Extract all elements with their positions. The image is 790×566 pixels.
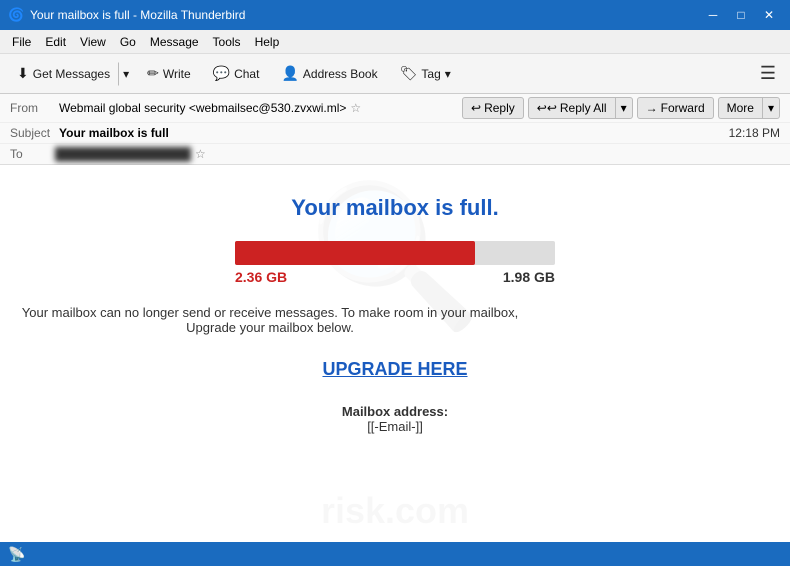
chat-label: Chat bbox=[234, 67, 259, 81]
menu-file[interactable]: File bbox=[6, 33, 37, 51]
menu-edit[interactable]: Edit bbox=[39, 33, 72, 51]
subject-label: Subject bbox=[10, 126, 55, 140]
get-messages-icon: ⬇ bbox=[17, 65, 29, 82]
to-row: To ████████████████ ☆ bbox=[0, 144, 790, 164]
reply-all-arrow[interactable]: ▾ bbox=[615, 97, 633, 119]
title-bar: 🌀 Your mailbox is full - Mozilla Thunder… bbox=[0, 0, 790, 30]
from-value: Webmail global security <webmailsec@530.… bbox=[59, 101, 346, 115]
title-bar-controls: ─ □ ✕ bbox=[700, 5, 782, 25]
tag-icon: 🏷 bbox=[400, 65, 418, 82]
app-icon: 🌀 bbox=[8, 7, 24, 23]
progress-bar-container bbox=[235, 241, 555, 265]
watermark-text: risk.com bbox=[321, 490, 469, 532]
close-button[interactable]: ✕ bbox=[756, 5, 782, 25]
to-value: ████████████████ bbox=[55, 147, 191, 161]
progress-area: 2.36 GB 1.98 GB bbox=[20, 241, 770, 285]
subject-field: Subject Your mailbox is full bbox=[10, 126, 169, 140]
mailbox-placeholder: [[-Email-]] bbox=[367, 419, 423, 434]
email-time: 12:18 PM bbox=[729, 126, 780, 140]
reply-all-label: Reply All bbox=[560, 101, 607, 115]
from-field: From Webmail global security <webmailsec… bbox=[10, 101, 361, 115]
from-action-row: From Webmail global security <webmailsec… bbox=[0, 94, 790, 123]
warning-text: Your mailbox can no longer send or recei… bbox=[20, 305, 520, 335]
reply-all-icon: ↩↩ bbox=[537, 101, 557, 115]
forward-label: Forward bbox=[661, 101, 705, 115]
status-icon: 📡 bbox=[8, 546, 25, 563]
minimize-button[interactable]: ─ bbox=[700, 5, 726, 25]
progress-bar-background bbox=[235, 241, 555, 265]
to-star-icon[interactable]: ☆ bbox=[195, 147, 206, 161]
from-label: From bbox=[10, 101, 55, 115]
hamburger-menu-button[interactable]: ☰ bbox=[754, 61, 782, 86]
get-messages-group: ⬇ Get Messages ▾ bbox=[8, 60, 134, 87]
menu-message[interactable]: Message bbox=[144, 33, 205, 51]
menu-help[interactable]: Help bbox=[249, 33, 286, 51]
reply-button[interactable]: ↩ Reply bbox=[462, 97, 524, 119]
chat-button[interactable]: 💬 Chat bbox=[204, 60, 269, 87]
write-label: Write bbox=[163, 67, 191, 81]
chat-icon: 💬 bbox=[213, 65, 230, 82]
reply-all-group: ↩↩ Reply All ▾ bbox=[528, 97, 633, 119]
tag-label: Tag bbox=[421, 67, 440, 81]
more-label: More bbox=[727, 101, 754, 115]
status-bar: 📡 bbox=[0, 542, 790, 566]
action-buttons: ↩ Reply ↩↩ Reply All ▾ → Forward More ▾ bbox=[462, 97, 780, 119]
email-title: Your mailbox is full. bbox=[20, 195, 770, 221]
progress-bar-fill bbox=[235, 241, 475, 265]
more-group: More ▾ bbox=[718, 97, 780, 119]
menu-go[interactable]: Go bbox=[114, 33, 142, 51]
progress-used-label: 2.36 GB bbox=[235, 269, 287, 285]
address-book-label: Address Book bbox=[303, 67, 378, 81]
address-book-button[interactable]: 👤 Address Book bbox=[272, 60, 386, 87]
progress-total-label: 1.98 GB bbox=[503, 269, 555, 285]
write-button[interactable]: ✏ Write bbox=[138, 60, 200, 87]
mailbox-address-label: Mailbox address: bbox=[342, 404, 448, 419]
mailbox-info: Mailbox address: [[-Email-]] bbox=[20, 404, 770, 434]
maximize-button[interactable]: □ bbox=[728, 5, 754, 25]
reply-label: Reply bbox=[484, 101, 515, 115]
get-messages-button[interactable]: ⬇ Get Messages bbox=[8, 60, 118, 87]
menu-tools[interactable]: Tools bbox=[207, 33, 247, 51]
progress-labels: 2.36 GB 1.98 GB bbox=[235, 269, 555, 285]
from-star-icon[interactable]: ☆ bbox=[350, 101, 361, 115]
reply-all-button[interactable]: ↩↩ Reply All bbox=[528, 97, 615, 119]
get-messages-arrow[interactable]: ▾ bbox=[118, 62, 134, 86]
get-messages-label: Get Messages bbox=[33, 67, 110, 81]
toolbar: ⬇ Get Messages ▾ ✏ Write 💬 Chat 👤 Addres… bbox=[0, 54, 790, 94]
tag-button[interactable]: 🏷 Tag ▾ bbox=[391, 60, 460, 87]
tag-arrow-icon: ▾ bbox=[445, 67, 451, 81]
email-header: From Webmail global security <webmailsec… bbox=[0, 94, 790, 165]
email-content: Your mailbox is full. 2.36 GB 1.98 GB Yo… bbox=[0, 165, 790, 464]
upgrade-link[interactable]: UPGRADE HERE bbox=[322, 359, 467, 380]
forward-icon: → bbox=[646, 101, 658, 115]
address-book-icon: 👤 bbox=[281, 65, 298, 82]
window-title: Your mailbox is full - Mozilla Thunderbi… bbox=[30, 8, 245, 22]
reply-icon: ↩ bbox=[471, 101, 481, 115]
subject-value: Your mailbox is full bbox=[59, 126, 169, 140]
email-body: 🔍 risk.com Your mailbox is full. 2.36 GB… bbox=[0, 165, 790, 542]
write-icon: ✏ bbox=[147, 65, 159, 82]
menu-bar: File Edit View Go Message Tools Help bbox=[0, 30, 790, 54]
menu-view[interactable]: View bbox=[74, 33, 112, 51]
title-bar-left: 🌀 Your mailbox is full - Mozilla Thunder… bbox=[8, 7, 245, 23]
subject-row: Subject Your mailbox is full 12:18 PM bbox=[0, 123, 790, 144]
more-button[interactable]: More bbox=[718, 97, 762, 119]
more-arrow[interactable]: ▾ bbox=[762, 97, 780, 119]
to-label: To bbox=[10, 147, 55, 161]
forward-button[interactable]: → Forward bbox=[637, 97, 714, 119]
